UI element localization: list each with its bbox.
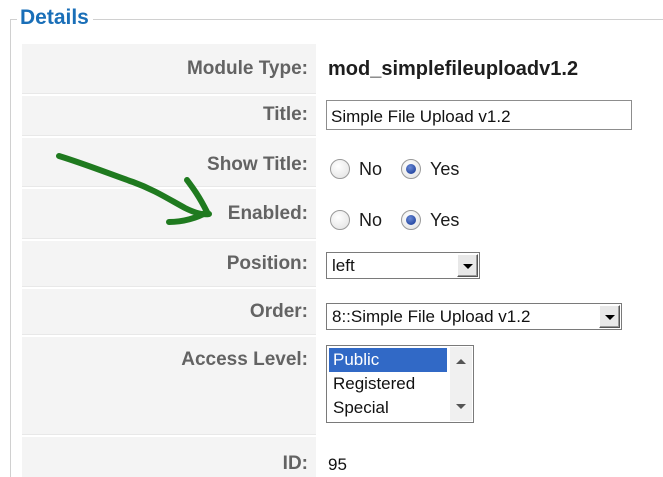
title-input[interactable]	[326, 100, 632, 130]
enabled-no-label[interactable]: No	[359, 210, 382, 231]
enabled-yes-radio[interactable]	[401, 210, 422, 230]
fieldset-legend: Details	[17, 4, 93, 32]
row-id: ID: 95	[22, 437, 663, 477]
access-level-option-public[interactable]: Public	[329, 348, 447, 372]
show-title-yes-radio[interactable]	[401, 159, 422, 179]
order-dropdown-arrow-icon[interactable]	[599, 305, 620, 328]
scroll-up-arrow-icon[interactable]	[456, 359, 466, 364]
position-select[interactable]: left	[326, 252, 480, 279]
green-arrow-annotation-icon	[56, 153, 212, 225]
fieldset-border	[10, 19, 663, 20]
show-title-no-radio[interactable]	[330, 159, 350, 179]
id-label: ID:	[282, 453, 308, 474]
access-level-listbox[interactable]: Public Registered Special	[326, 345, 474, 423]
row-module-type: Module Type: mod_simplefileuploadv1.2	[22, 44, 663, 96]
order-label: Order:	[249, 301, 308, 322]
access-level-option-special[interactable]: Special	[329, 396, 447, 420]
access-level-scrollbar[interactable]	[450, 347, 472, 421]
position-selected-value: left	[332, 256, 355, 275]
order-select[interactable]: 8::Simple File Upload v1.2	[326, 303, 622, 330]
access-level-label: Access Level:	[181, 349, 308, 370]
enabled-no-radio[interactable]	[330, 210, 350, 230]
show-title-radio-group: No Yes	[330, 154, 478, 184]
arrow-shaft	[56, 153, 212, 218]
order-selected-value: 8::Simple File Upload v1.2	[332, 307, 531, 326]
position-dropdown-arrow-icon[interactable]	[457, 254, 478, 277]
fieldset-border-left	[10, 19, 11, 477]
module-type-value: mod_simplefileuploadv1.2	[328, 58, 579, 80]
title-label: Title:	[262, 104, 308, 125]
enabled-radio-group: No Yes	[330, 205, 478, 235]
id-value: 95	[328, 455, 347, 474]
row-order: Order: 8::Simple File Upload v1.2	[22, 289, 663, 337]
row-position: Position: left	[22, 241, 663, 289]
access-level-option-registered[interactable]: Registered	[329, 372, 447, 396]
module-type-label: Module Type:	[186, 58, 308, 79]
enabled-label: Enabled:	[227, 203, 308, 224]
position-label: Position:	[226, 253, 308, 274]
row-title: Title:	[22, 96, 663, 138]
show-title-no-label[interactable]: No	[359, 159, 382, 180]
row-access-level: Access Level: Public Registered Special	[22, 337, 663, 437]
enabled-yes-label[interactable]: Yes	[430, 210, 459, 231]
show-title-yes-label[interactable]: Yes	[430, 159, 459, 180]
scroll-down-arrow-icon[interactable]	[456, 404, 466, 409]
